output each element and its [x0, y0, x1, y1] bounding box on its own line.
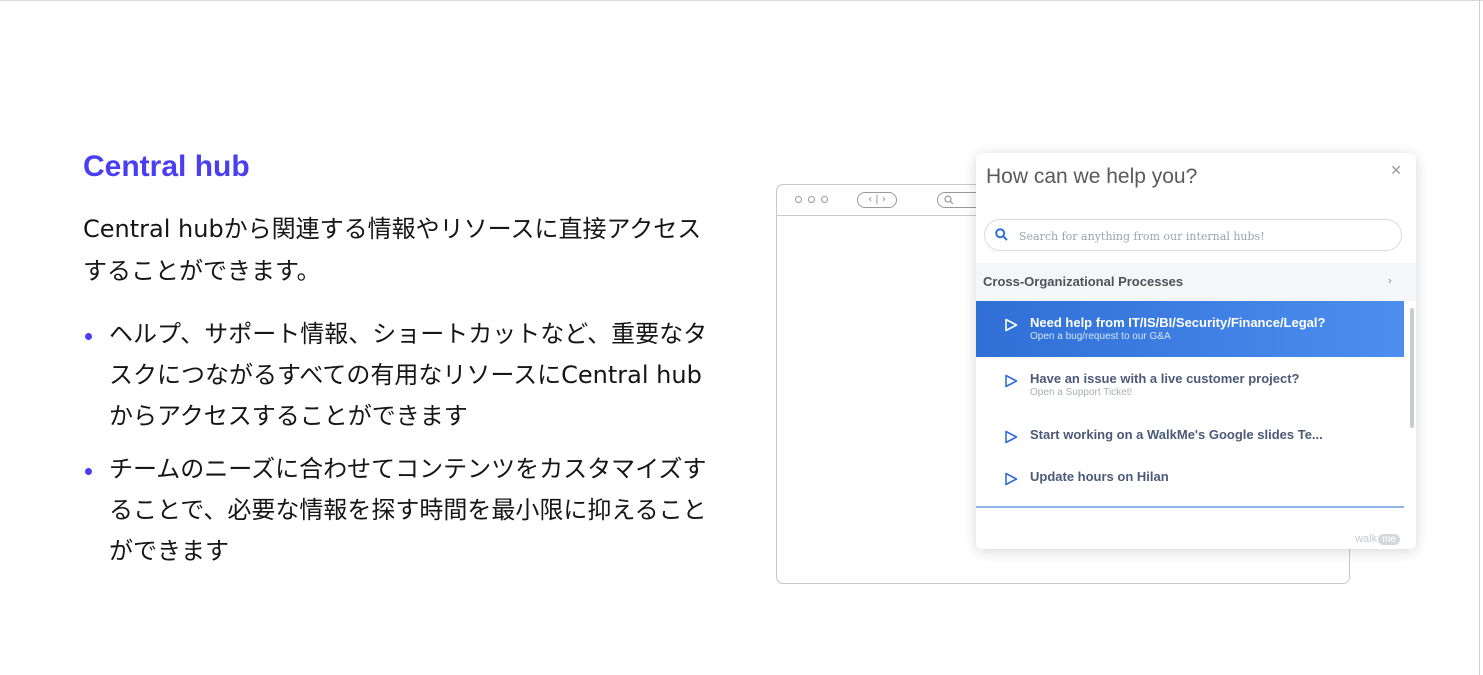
process-item-subtitle: Open a bug/request to our G&A — [1030, 331, 1171, 342]
play-icon — [1005, 374, 1018, 388]
feature-list-item: チームのニーズに合わせてコンテンツをカスタマイズすることで、必要な情報を探す時間… — [83, 449, 723, 572]
widget-title: How can we help you? — [986, 165, 1198, 188]
process-item[interactable]: Update hours on Hilan — [976, 455, 1404, 497]
process-item-title: Need help from IT/IS/BI/Security/Finance… — [1030, 315, 1326, 330]
process-item[interactable]: Need help from IT/IS/BI/Security/Finance… — [976, 301, 1404, 357]
intro-paragraph: Central hubから関連する情報やリソースに直接アクセスすることができます… — [83, 215, 702, 285]
window-dot-icon — [821, 196, 828, 203]
back-forward-icon: ‹ | › — [857, 192, 897, 208]
list-scrollbar[interactable] — [1410, 308, 1414, 428]
play-icon — [1005, 318, 1018, 332]
process-item[interactable]: Have an issue with a live customer proje… — [976, 357, 1404, 413]
process-item-subtitle: Open a Support Ticket! — [1030, 387, 1133, 398]
search-icon — [995, 228, 1008, 241]
window-dot-icon — [808, 196, 815, 203]
search-box — [984, 219, 1402, 251]
process-item[interactable]: Start working on a WalkMe's Google slide… — [976, 413, 1404, 455]
feature-list: ヘルプ、サポート情報、ショートカットなど、重要なタスクにつながるすべての有用なリ… — [83, 314, 723, 584]
play-icon — [1005, 430, 1018, 444]
feature-text: チームのニーズに合わせてコンテンツをカスタマイズすることで、必要な情報を探す時間… — [109, 455, 707, 565]
process-item-title: Start working on a WalkMe's Google slide… — [1030, 427, 1323, 442]
process-list: Need help from IT/IS/BI/Security/Finance… — [976, 301, 1404, 497]
top-border — [0, 0, 1483, 1]
section-heading: Central hub — [83, 150, 250, 183]
panel-divider — [976, 506, 1404, 508]
brand-logo: walk me — [1355, 533, 1400, 545]
bullet-dot-icon — [85, 468, 92, 475]
category-header[interactable]: Cross-Organizational Processes › — [976, 263, 1416, 301]
window-dot-icon — [795, 196, 802, 203]
bullet-dot-icon — [85, 333, 92, 340]
chevron-right-icon: › — [1387, 274, 1392, 287]
close-icon[interactable]: ✕ — [1390, 163, 1402, 179]
feature-list-item: ヘルプ、サポート情報、ショートカットなど、重要なタスクにつながるすべての有用なリ… — [83, 314, 723, 437]
play-icon — [1005, 472, 1018, 486]
process-item-title: Update hours on Hilan — [1030, 469, 1169, 484]
help-widget: How can we help you? ✕ Cross-Organizatio… — [976, 153, 1416, 549]
category-label: Cross-Organizational Processes — [983, 274, 1184, 289]
address-search-icon — [944, 195, 954, 205]
process-item-title: Have an issue with a live customer proje… — [1030, 371, 1300, 386]
feature-text: ヘルプ、サポート情報、ショートカットなど、重要なタスクにつながるすべての有用なリ… — [109, 320, 708, 430]
right-border — [1479, 0, 1480, 675]
search-input[interactable] — [1017, 226, 1391, 246]
